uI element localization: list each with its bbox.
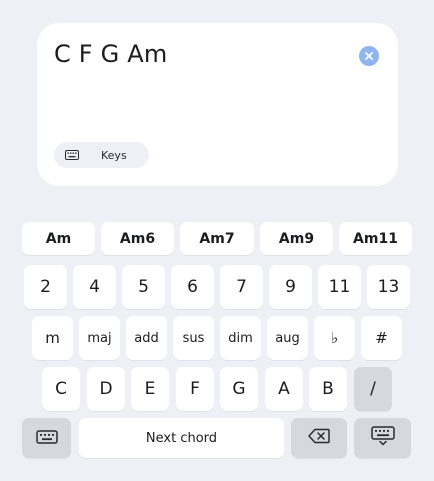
suggestion-key[interactable]: Am7 xyxy=(180,222,254,255)
interval-key[interactable]: 6 xyxy=(171,265,214,309)
backspace-icon xyxy=(308,428,330,448)
keyboard-hide-button[interactable] xyxy=(354,418,411,458)
interval-key[interactable]: 11 xyxy=(318,265,361,309)
interval-key[interactable]: 5 xyxy=(122,265,165,309)
keys-chip[interactable]: Keys xyxy=(54,142,149,168)
note-key[interactable]: D xyxy=(87,367,125,411)
note-key[interactable]: E xyxy=(131,367,169,411)
chord-input-text[interactable]: C F G Am xyxy=(54,40,167,68)
sharp-key[interactable]: # xyxy=(361,316,402,360)
suggestion-key[interactable]: Am6 xyxy=(101,222,174,255)
flat-key[interactable]: ♭ xyxy=(314,316,355,360)
next-chord-key[interactable]: Next chord xyxy=(79,418,284,458)
modifier-key[interactable]: add xyxy=(126,316,167,360)
modifier-key[interactable]: aug xyxy=(267,316,308,360)
note-key[interactable]: G xyxy=(220,367,258,411)
suggestion-key[interactable]: Am11 xyxy=(339,222,412,255)
interval-key[interactable]: 7 xyxy=(220,265,263,309)
backspace-button[interactable] xyxy=(291,418,347,458)
note-key[interactable]: C xyxy=(42,367,80,411)
note-key[interactable]: B xyxy=(309,367,347,411)
interval-key[interactable]: 4 xyxy=(73,265,116,309)
keyboard-icon xyxy=(35,429,58,448)
keyboard-hide-icon xyxy=(370,426,395,450)
modifier-key[interactable]: maj xyxy=(79,316,120,360)
interval-key[interactable]: 9 xyxy=(269,265,312,309)
slash-key[interactable]: / xyxy=(354,367,392,411)
modifier-key[interactable]: m xyxy=(32,316,73,360)
keys-chip-label: Keys xyxy=(101,148,127,162)
modifier-key[interactable]: sus xyxy=(173,316,214,360)
note-key[interactable]: F xyxy=(176,367,214,411)
chord-input-card: C F G Am Keys xyxy=(37,23,398,186)
interval-key[interactable]: 2 xyxy=(24,265,67,309)
note-key[interactable]: A xyxy=(265,367,303,411)
clear-icon[interactable] xyxy=(359,46,379,66)
interval-key[interactable]: 13 xyxy=(367,265,410,309)
keyboard-icon xyxy=(65,150,79,160)
suggestion-key[interactable]: Am9 xyxy=(260,222,333,255)
suggestion-key[interactable]: Am xyxy=(22,222,95,255)
keyboard-switch-button[interactable] xyxy=(22,418,71,458)
modifier-key[interactable]: dim xyxy=(220,316,261,360)
